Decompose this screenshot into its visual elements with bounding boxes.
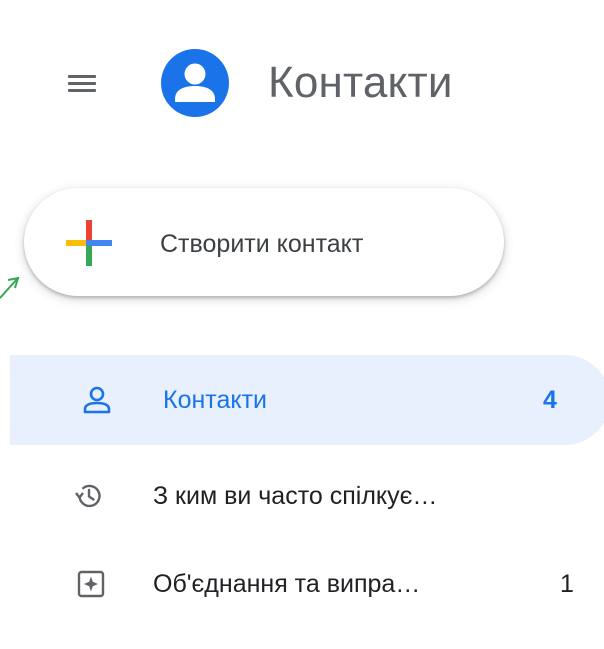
sidebar-item-frequently-contacted[interactable]: З ким ви часто спілкує… [0,450,604,540]
sidebar-item-contacts[interactable]: Контакти 4 [10,355,604,445]
contacts-sidebar: Контакти Створити контакт Контакти 4 З к… [0,0,604,649]
green-arrow-icon [0,276,20,299]
app-title[interactable]: Контакти [268,56,453,110]
sidebar-item-count: 1 [560,570,574,598]
menu-line [68,75,96,78]
person-outline-icon [83,386,111,414]
sidebar-item-label: Контакти [163,386,267,414]
menu-line [68,82,96,85]
colorful-plus-icon [66,220,112,266]
merge-fix-icon [77,570,105,598]
menu-line [68,89,96,92]
hamburger-menu-icon[interactable] [64,68,100,98]
sidebar-item-merge-and-fix[interactable]: Об'єднання та випра… 1 [0,536,604,626]
contacts-person-logo-icon[interactable] [161,49,229,117]
create-contact-label: Створити контакт [160,230,364,258]
sidebar-item-label: Об'єднання та випра… [153,570,421,598]
sidebar-item-count: 4 [543,386,557,414]
history-clock-icon [75,484,101,508]
sidebar-item-label: З ким ви часто спілкує… [153,482,438,510]
